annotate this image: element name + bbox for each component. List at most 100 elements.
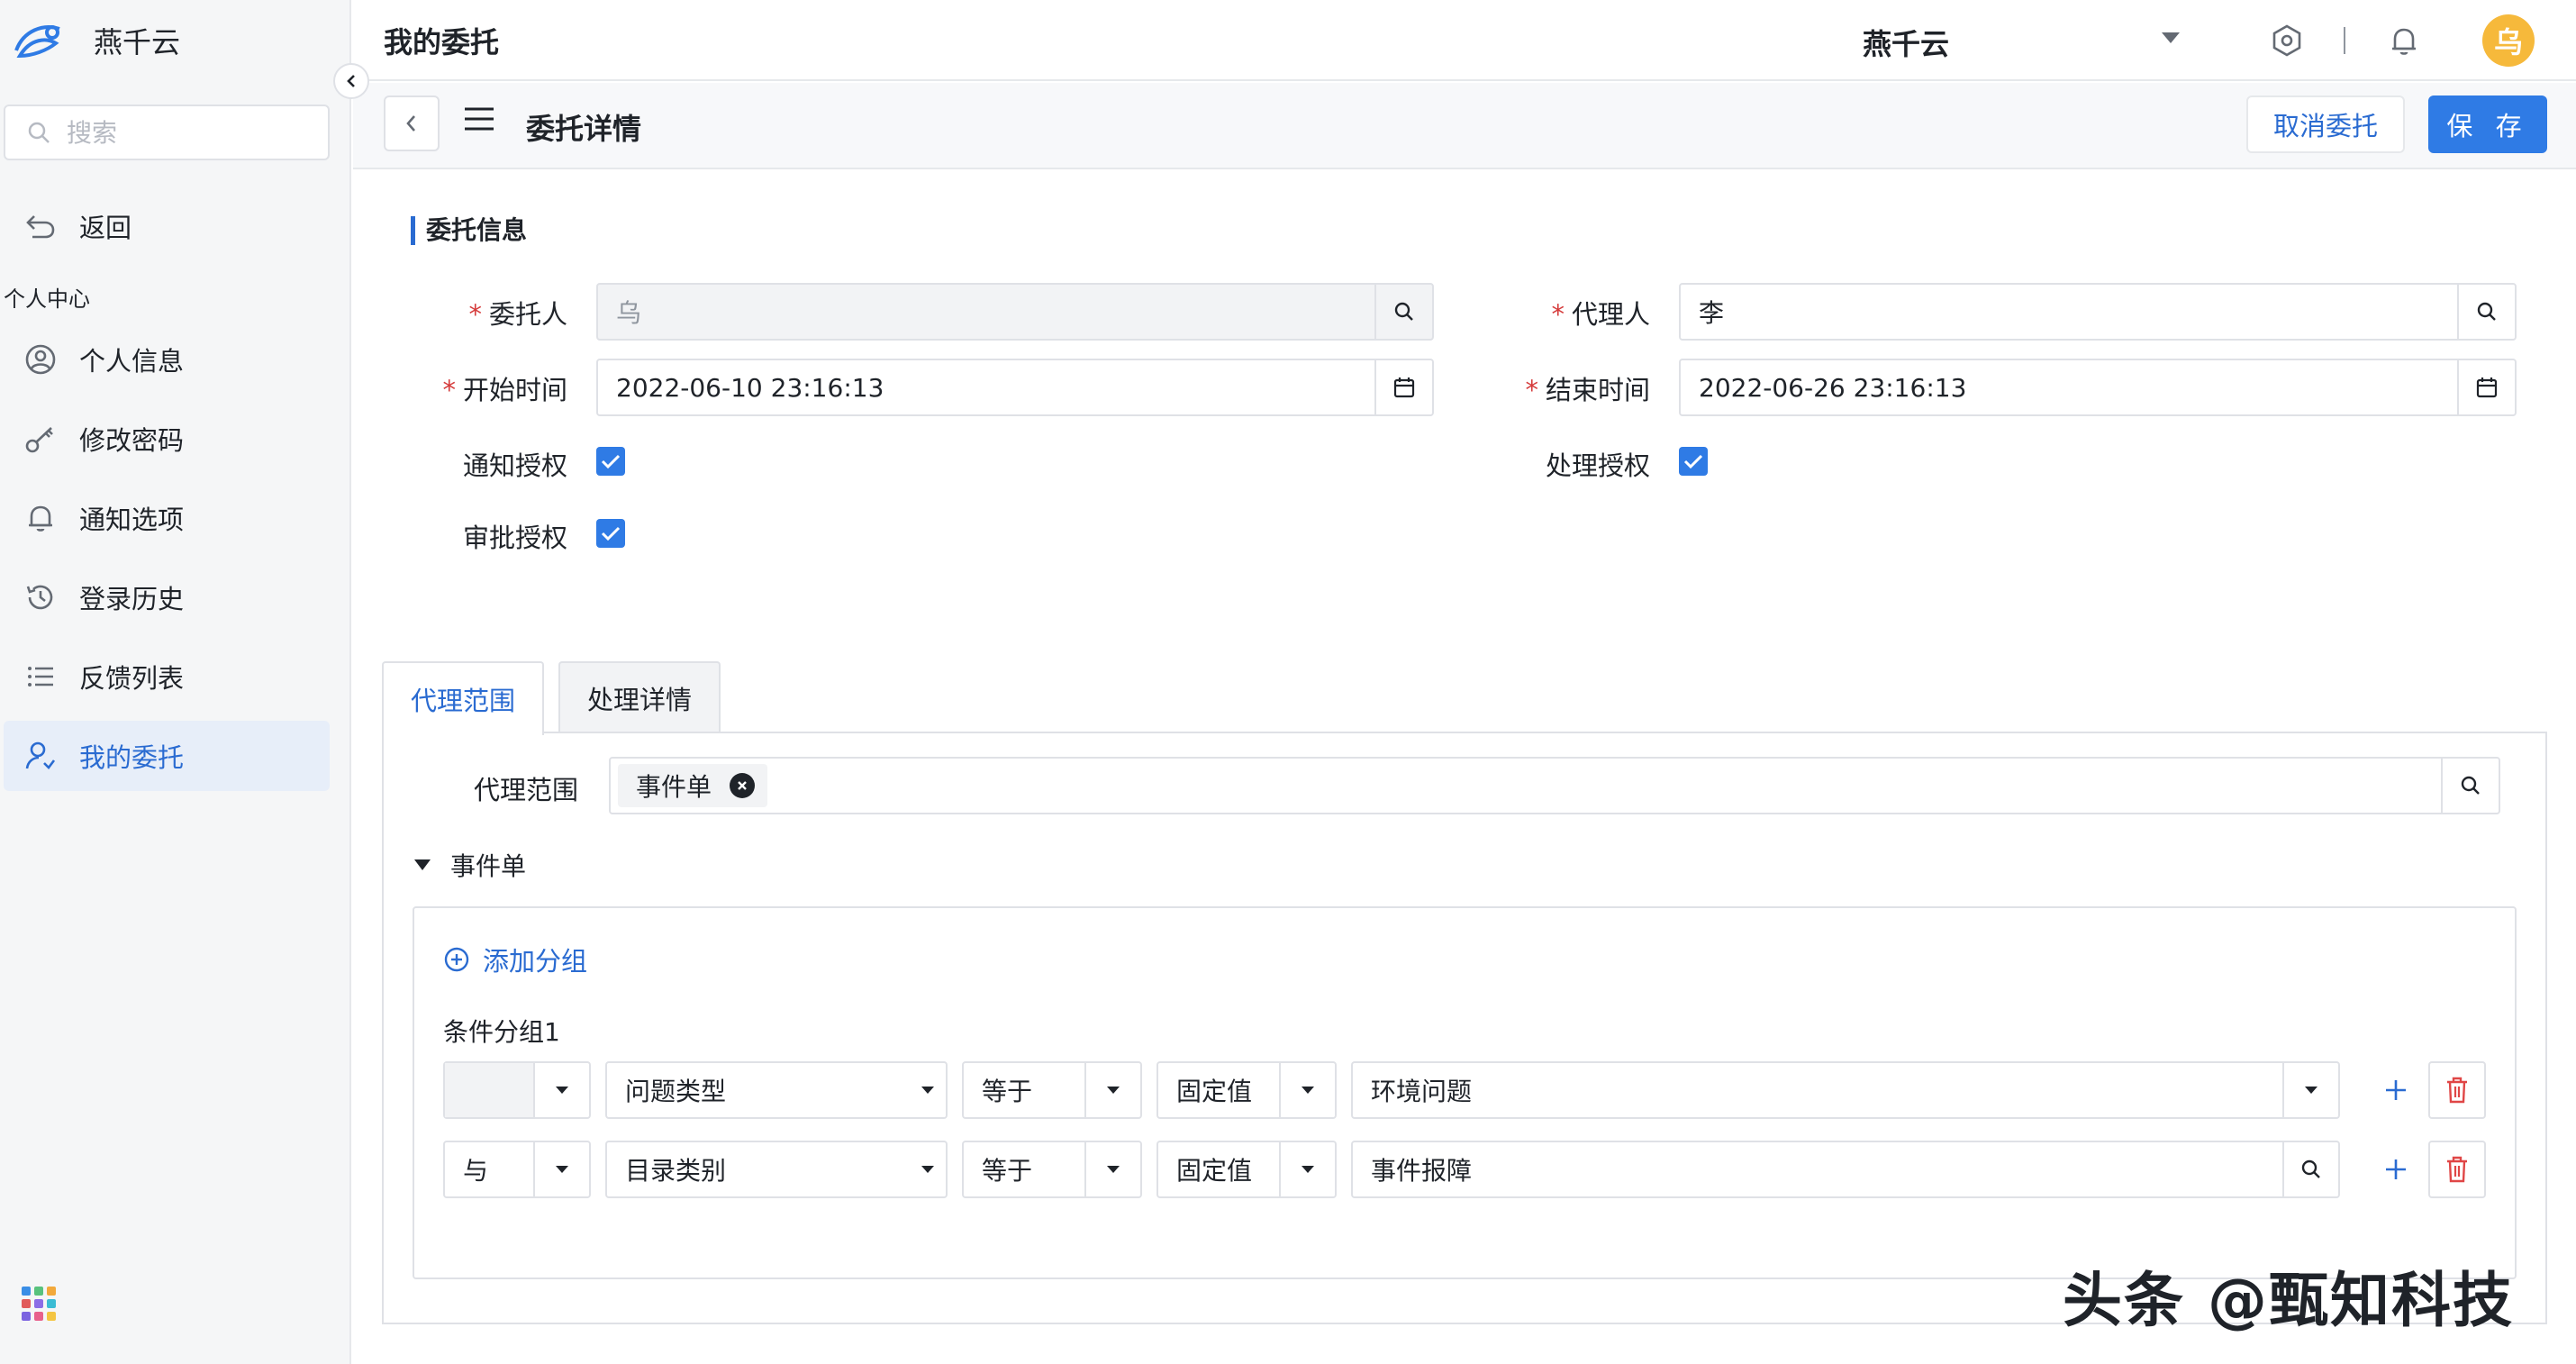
section-label-personal-center: 个人中心 [4, 286, 90, 312]
end-time-label: * 结束时间 [1525, 375, 1650, 405]
delegator-field[interactable]: 乌 [596, 283, 1434, 341]
search-input[interactable] [67, 117, 301, 148]
delegator-label: * 委托人 [468, 299, 567, 330]
approve-auth-checkbox[interactable] [596, 519, 625, 548]
header-divider [2344, 27, 2345, 54]
sidebar-search[interactable] [4, 105, 330, 160]
caret-down-icon [533, 1063, 589, 1117]
undo-icon [22, 207, 59, 245]
sidebar-item-label: 登录历史 [79, 584, 185, 614]
hamburger-menu-icon[interactable] [463, 105, 495, 133]
scope-tag-label: 事件单 [636, 772, 712, 802]
caret-down-icon [414, 859, 431, 870]
user-avatar[interactable]: 乌 [2482, 14, 2535, 67]
caret-down-icon [533, 1142, 589, 1196]
delete-condition-button[interactable] [2428, 1141, 2486, 1198]
app-logo[interactable]: 燕千云 [11, 14, 180, 67]
field-select[interactable]: 问题类型 [605, 1061, 948, 1119]
apps-grid-icon[interactable] [22, 1287, 58, 1323]
value-select[interactable]: 环境问题 [1351, 1061, 2340, 1119]
end-time-field[interactable]: 2022-06-26 23:16:13 [1679, 359, 2517, 416]
back-button[interactable] [384, 95, 440, 151]
search-icon[interactable] [1374, 285, 1432, 339]
cancel-delegation-button[interactable]: 取消委托 [2246, 95, 2405, 153]
plus-circle-icon [443, 946, 470, 973]
sidebar-item-label: 通知选项 [79, 505, 185, 535]
agent-field[interactable]: 李 [1679, 283, 2517, 341]
value-type-select[interactable]: 固定值 [1156, 1141, 1337, 1198]
search-icon[interactable] [2441, 759, 2499, 813]
operator-select[interactable]: 等于 [962, 1141, 1142, 1198]
delete-condition-button[interactable] [2428, 1061, 2486, 1119]
search-icon [27, 121, 50, 144]
search-icon[interactable] [2457, 285, 2515, 339]
value-type-select[interactable]: 固定值 [1156, 1061, 1337, 1119]
start-time-value: 2022-06-10 23:16:13 [616, 372, 884, 403]
calendar-icon[interactable] [2457, 360, 2515, 414]
delegator-value: 乌 [616, 298, 642, 328]
close-icon[interactable] [730, 773, 756, 798]
user-circle-icon [22, 341, 59, 378]
sidebar-item-my-delegation[interactable]: 我的委托 [4, 721, 330, 791]
sidebar-item-feedback-list[interactable]: 反馈列表 [4, 641, 330, 712]
agent-label: * 代理人 [1551, 299, 1650, 330]
caret-down-icon[interactable] [2162, 32, 2180, 43]
collapse-header-incident[interactable]: 事件单 [414, 847, 526, 883]
tenant-selector[interactable]: 燕千云 [1863, 22, 1949, 63]
sidebar-item-notification-options[interactable]: 通知选项 [4, 483, 330, 553]
start-time-label: * 开始时间 [442, 375, 567, 405]
calendar-icon[interactable] [1374, 360, 1432, 414]
value-lookup[interactable]: 事件报障 [1351, 1141, 2340, 1198]
caret-down-icon [1084, 1142, 1140, 1196]
sidebar-collapse-button[interactable] [333, 63, 369, 99]
search-icon[interactable] [2282, 1142, 2338, 1196]
start-time-field[interactable]: 2022-06-10 23:16:13 [596, 359, 1434, 416]
sidebar-item-label: 我的委托 [79, 742, 185, 773]
app-name: 燕千云 [94, 25, 181, 59]
bell-icon [22, 499, 59, 537]
approve-auth-label: 审批授权 [462, 523, 567, 553]
user-delegate-icon [22, 737, 59, 775]
sidebar-item-change-password[interactable]: 修改密码 [4, 404, 330, 474]
tab-process-details[interactable]: 处理详情 [558, 661, 721, 733]
save-button[interactable]: 保 存 [2428, 95, 2547, 153]
top-header: 我的委托 燕千云 乌 [353, 0, 2576, 81]
operator-select[interactable]: 等于 [962, 1061, 1142, 1119]
process-auth-checkbox[interactable] [1679, 447, 1708, 476]
sidebar-item-label: 修改密码 [79, 425, 185, 456]
group-name: 条件分组1 [443, 1017, 560, 1047]
section-title-delegation-info: 委托信息 [411, 216, 527, 245]
notify-auth-checkbox[interactable] [596, 447, 625, 476]
logic-select[interactable]: 与 [443, 1141, 591, 1198]
sidebar-item-back[interactable]: 返回 [4, 191, 330, 261]
chevron-left-icon [404, 114, 420, 133]
sidebar-item-label: 返回 [79, 213, 132, 243]
collapse-title: 事件单 [450, 851, 527, 881]
field-select[interactable]: 目录类别 [605, 1141, 948, 1198]
list-icon [22, 658, 59, 696]
logic-select[interactable] [443, 1061, 591, 1119]
caret-down-icon [2282, 1063, 2338, 1117]
chevron-left-icon [343, 73, 359, 89]
scope-select[interactable]: 事件单 [609, 757, 2500, 814]
sidebar-item-login-history[interactable]: 登录历史 [4, 562, 330, 632]
add-group-button[interactable]: 添加分组 [443, 941, 587, 978]
notify-auth-label: 通知授权 [462, 450, 567, 481]
notification-bell-icon[interactable] [2383, 20, 2425, 61]
sidebar-item-label: 反馈列表 [79, 663, 185, 694]
sidebar-item-personal-info[interactable]: 个人信息 [4, 324, 330, 395]
add-condition-button[interactable] [2378, 1072, 2414, 1108]
detail-title: 委托详情 [526, 112, 642, 146]
caret-down-icon [1279, 1142, 1335, 1196]
process-auth-label: 处理授权 [1545, 450, 1650, 481]
agent-value: 李 [1699, 298, 1725, 328]
caret-down-icon [1084, 1063, 1140, 1117]
trash-icon [2445, 1077, 2469, 1104]
brand-logo-icon [11, 20, 67, 61]
scope-label: 代理范围 [473, 775, 578, 805]
settings-hex-icon[interactable] [2266, 20, 2308, 61]
caret-down-icon [1279, 1063, 1335, 1117]
tab-agent-scope[interactable]: 代理范围 [382, 661, 544, 735]
trash-icon [2445, 1156, 2469, 1183]
add-condition-button[interactable] [2378, 1151, 2414, 1187]
